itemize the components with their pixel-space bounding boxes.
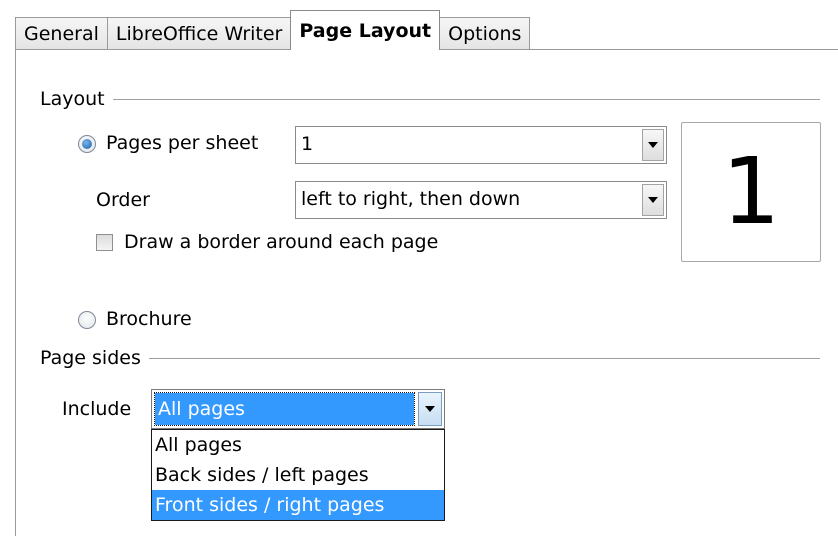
draw-border-checkbox[interactable]	[96, 234, 113, 251]
layout-section-label: Layout	[40, 88, 105, 110]
include-option-all-pages[interactable]: All pages	[152, 430, 444, 460]
page-sides-section-divider	[148, 357, 820, 359]
page-sides-section-label: Page sides	[40, 347, 141, 369]
tab-libreoffice-writer[interactable]: LibreOffice Writer	[106, 17, 292, 50]
chevron-down-icon	[425, 406, 435, 412]
include-combo[interactable]: All pages	[151, 389, 445, 429]
preview-number: 1	[721, 138, 781, 245]
order-label: Order	[96, 189, 150, 211]
order-value: left to right, then down	[301, 188, 521, 210]
pages-per-sheet-radio[interactable]	[78, 135, 96, 153]
tab-page-layout[interactable]: Page Layout	[290, 10, 441, 50]
layout-section-divider	[112, 98, 820, 100]
chevron-down-icon	[648, 142, 658, 148]
pages-per-sheet-value: 1	[301, 133, 314, 155]
include-option-back-sides[interactable]: Back sides / left pages	[152, 460, 444, 490]
chevron-down-icon	[648, 197, 658, 203]
page-sides-section-header: Page sides	[40, 345, 820, 371]
include-selected-value: All pages	[154, 392, 415, 426]
brochure-radio[interactable]	[78, 311, 96, 329]
tab-general[interactable]: General	[15, 17, 108, 50]
brochure-label: Brochure	[106, 308, 192, 330]
tab-panel-border-left	[15, 49, 16, 536]
order-dropdown-button[interactable]	[642, 184, 664, 216]
include-dropdown-button[interactable]	[418, 392, 442, 426]
pages-per-sheet-label: Pages per sheet	[106, 132, 259, 154]
layout-section-header: Layout	[40, 86, 820, 112]
include-option-front-sides[interactable]: Front sides / right pages	[152, 490, 444, 520]
tab-options[interactable]: Options	[439, 17, 531, 50]
order-combo[interactable]: left to right, then down	[295, 181, 667, 219]
draw-border-label: Draw a border around each page	[124, 231, 439, 253]
include-dropdown-list: All pages Back sides / left pages Front …	[151, 429, 445, 521]
pages-per-sheet-dropdown-button[interactable]	[642, 129, 664, 161]
include-label: Include	[62, 398, 132, 420]
pages-preview: 1	[681, 122, 821, 262]
pages-per-sheet-combo[interactable]: 1	[295, 126, 667, 164]
tab-bar: General LibreOffice Writer Page Layout O…	[15, 10, 531, 50]
